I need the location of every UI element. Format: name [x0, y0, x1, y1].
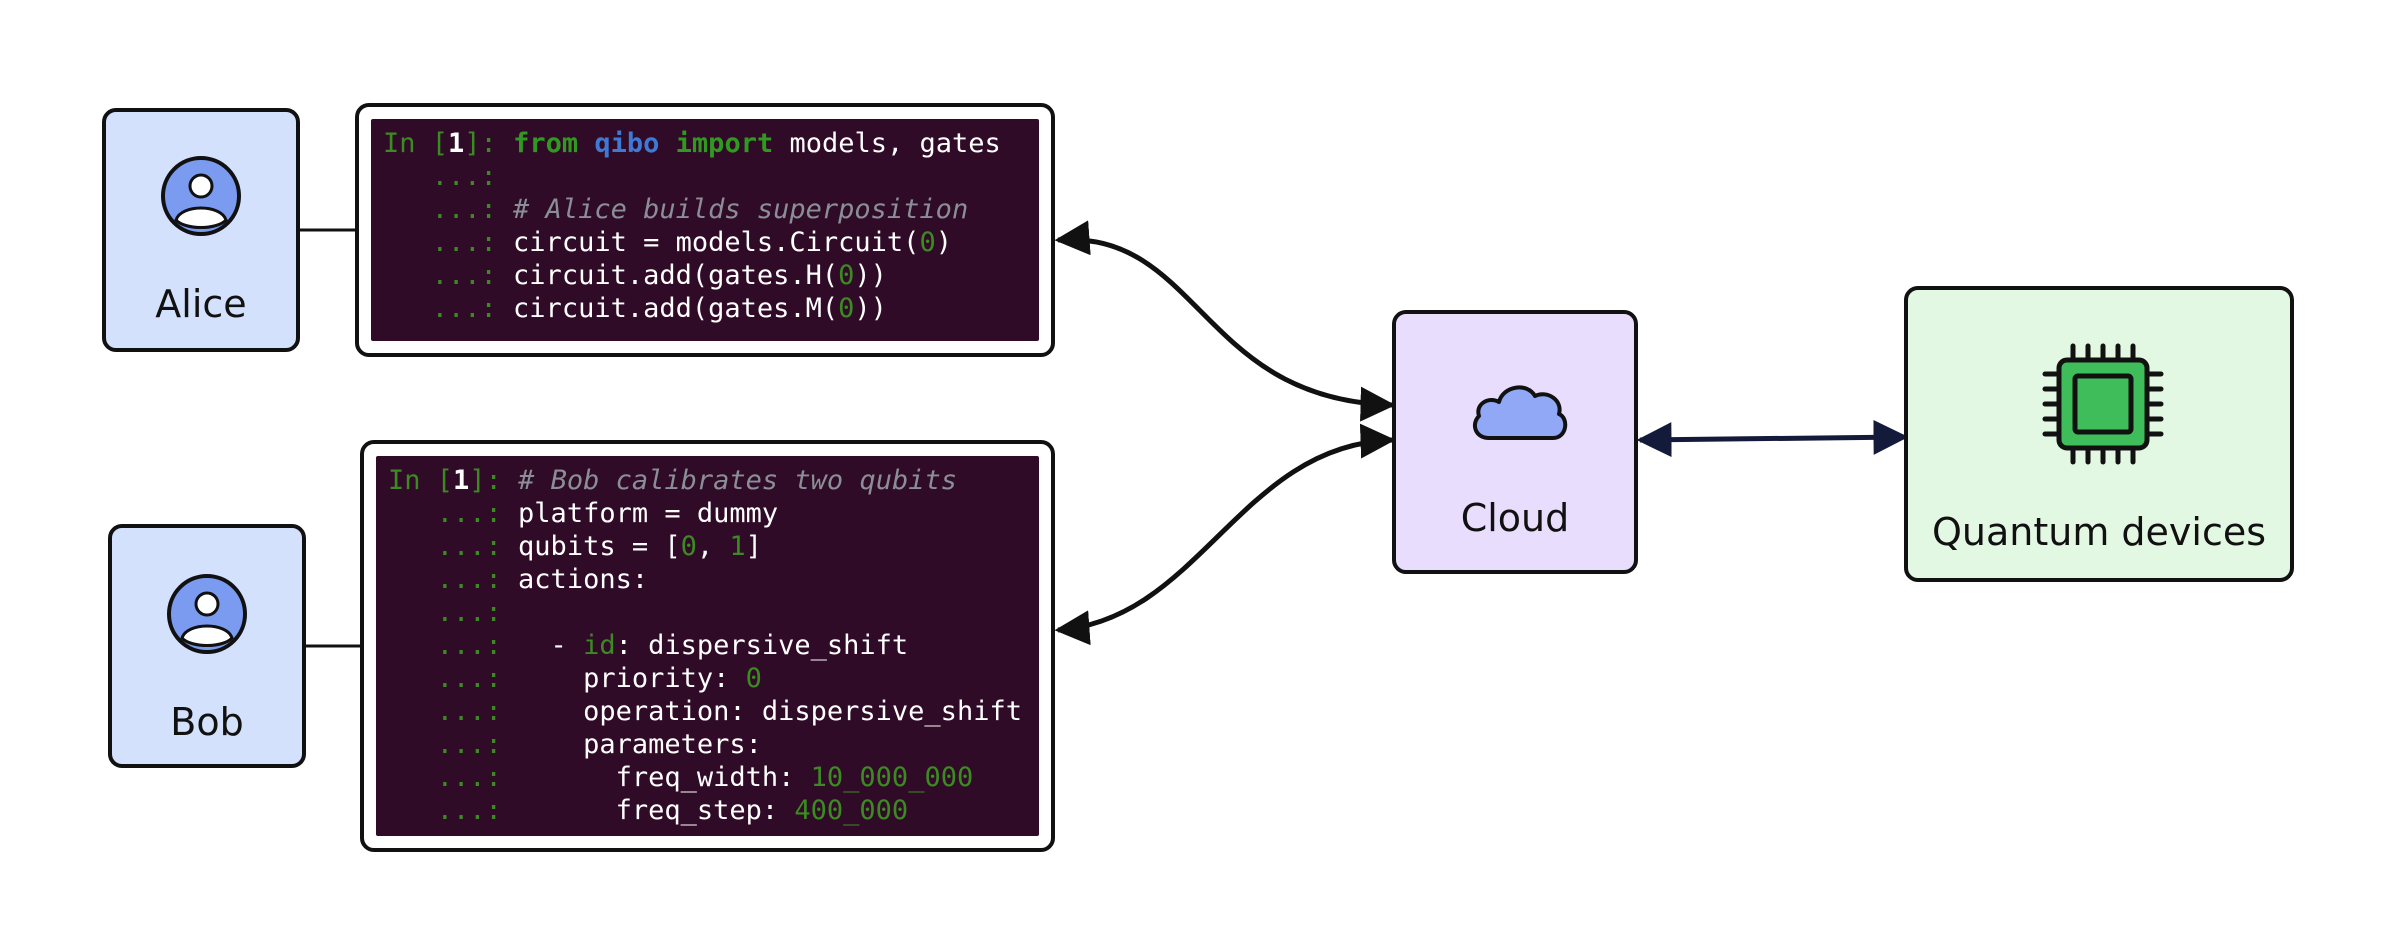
- user-avatar-icon: [167, 574, 247, 654]
- cloud-icon: [1472, 385, 1568, 440]
- chip-icon: [2042, 343, 2164, 465]
- bob-cloud-arrow: [1054, 423, 1396, 646]
- bob-terminal: In [1]: # Bob calibrates two qubits ...:…: [376, 456, 1039, 836]
- user-avatar-icon: [161, 156, 241, 236]
- cloud-label: Cloud: [1460, 496, 1570, 540]
- alice-cloud-arrow: [1054, 220, 1396, 422]
- alice-label: Alice: [155, 282, 247, 326]
- bob-node: Bob: [108, 524, 306, 768]
- bob-code-panel: In [1]: # Bob calibrates two qubits ...:…: [360, 440, 1055, 852]
- cloud-quantum-arrow: [1636, 419, 1909, 458]
- bob-label: Bob: [170, 700, 244, 744]
- alice-node: Alice: [102, 108, 300, 352]
- alice-code-panel: In [1]: from qibo import models, gates .…: [355, 103, 1055, 357]
- cloud-node: Cloud: [1392, 310, 1638, 574]
- quantum-devices-node: Quantum devices: [1904, 286, 2294, 582]
- alice-terminal: In [1]: from qibo import models, gates .…: [371, 119, 1039, 341]
- quantum-devices-label: Quantum devices: [1931, 510, 2267, 554]
